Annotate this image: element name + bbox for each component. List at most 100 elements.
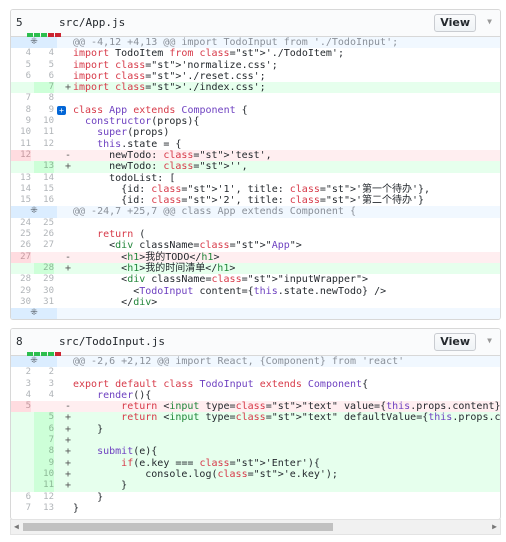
new-line-number[interactable]: 30 [34, 286, 54, 297]
diff-line: 5 - return <input type=class="st">"text" … [11, 401, 500, 413]
code-text: import class="st">'./reset.css'; [73, 70, 266, 82]
diff-line: 4 4 import TodoItem from class="st">'./Tod… [11, 48, 500, 59]
code-text: {id: class="st">'1', title: class="st">'… [73, 183, 431, 195]
code-text: render(){ [97, 389, 152, 401]
old-line-number[interactable]: 3 [11, 379, 31, 390]
new-line-number[interactable]: 14 [34, 173, 54, 184]
chevron-down-icon[interactable]: ▼ [487, 336, 492, 345]
diff-line: 11 12 this.state = { [11, 139, 500, 150]
file-path[interactable]: src/App.js [59, 16, 125, 29]
new-line-number[interactable]: 16 [34, 195, 54, 206]
old-line-number[interactable]: 25 [11, 229, 31, 240]
add-comment-icon[interactable]: + [57, 105, 66, 115]
new-line-number[interactable]: 5 [34, 412, 54, 424]
old-line-number[interactable]: 28 [11, 274, 31, 285]
old-line-number[interactable]: 11 [11, 139, 31, 150]
new-line-number[interactable]: 15 [34, 184, 54, 195]
new-line-number[interactable]: 13 [34, 503, 54, 514]
code-text: </div> [73, 296, 158, 308]
old-line-number[interactable]: 2 [11, 367, 31, 378]
expand-icon[interactable]: ⁜ [11, 356, 57, 368]
hunk-header[interactable]: ⁜ @@ -24,7 +25,7 @@ class App extends Com… [11, 206, 500, 218]
new-line-number[interactable]: 26 [34, 229, 54, 240]
expand-icon[interactable]: ⁜ [11, 37, 57, 49]
hunk-header[interactable]: ⁜ @@ -4,12 +4,13 @@ import TodoInput from… [11, 37, 500, 49]
diff-line: 8 9 class App extends Component {+ [11, 105, 500, 116]
code-text: console.log(class="st">'e.key'); [73, 468, 338, 480]
new-line-number[interactable]: 11 [34, 480, 54, 492]
code-text: import TodoItem from class="st">'./TodoI… [73, 48, 344, 60]
old-line-number[interactable]: 12 [11, 149, 31, 162]
hunk-header[interactable]: ⁜ @@ -2,6 +2,12 @@ import React, {Compone… [11, 356, 500, 368]
old-line-number[interactable]: 6 [11, 492, 31, 503]
diff-sign: - [65, 149, 72, 161]
new-line-number[interactable]: 7 [34, 435, 54, 447]
new-line-number[interactable]: 3 [34, 379, 54, 390]
diff-sign: + [65, 435, 72, 447]
scroll-left-icon[interactable]: ◀ [14, 522, 19, 531]
old-line-number[interactable]: 26 [11, 240, 31, 251]
new-line-number[interactable]: 7 [34, 82, 54, 94]
old-line-number[interactable]: 27 [11, 251, 31, 263]
scrollbar-thumb[interactable] [23, 523, 333, 531]
new-line-number[interactable]: 2 [34, 367, 54, 378]
diff-line: 10 + console.log(class="st">'e.key'); [11, 468, 500, 481]
old-line-number[interactable]: 24 [11, 218, 31, 229]
new-line-number[interactable]: 10 [34, 116, 54, 127]
diff-sign: + [65, 457, 72, 469]
old-line-number[interactable]: 30 [11, 297, 31, 308]
new-line-number[interactable]: 13 [34, 161, 54, 173]
old-line-number[interactable]: 8 [11, 105, 31, 116]
new-line-number[interactable]: 28 [34, 262, 54, 275]
new-line-number[interactable]: 29 [34, 274, 54, 285]
new-line-number[interactable]: 12 [34, 139, 54, 150]
code-text: super(props) [97, 127, 170, 139]
diff-sign: + [65, 262, 72, 274]
old-line-number[interactable]: 7 [11, 503, 31, 514]
new-line-number[interactable]: 31 [34, 297, 54, 308]
diff-sign: + [65, 468, 72, 480]
new-line-number[interactable]: 9 [34, 457, 54, 469]
diff-sign: + [65, 82, 72, 94]
old-line-number[interactable]: 7 [11, 93, 31, 104]
new-line-number[interactable]: 8 [34, 93, 54, 104]
file-path[interactable]: src/TodoInput.js [59, 335, 165, 348]
expand-icon[interactable]: ⁜ [11, 206, 57, 218]
new-line-number[interactable]: 6 [34, 71, 54, 82]
old-line-number[interactable]: 13 [11, 173, 31, 184]
diffstat-bars [27, 22, 62, 37]
new-line-number[interactable]: 8 [34, 446, 54, 458]
scroll-right-icon[interactable]: ▶ [492, 522, 497, 531]
old-line-number[interactable]: 5 [11, 401, 31, 413]
old-line-number[interactable]: 14 [11, 184, 31, 195]
old-line-number[interactable]: 5 [11, 60, 31, 71]
old-line-number[interactable]: 9 [11, 116, 31, 127]
old-line-number[interactable]: 6 [11, 71, 31, 82]
new-line-number[interactable]: 10 [34, 468, 54, 481]
hunk-header[interactable]: ⁜ [11, 308, 500, 320]
new-line-number[interactable]: 25 [34, 218, 54, 229]
new-line-number[interactable]: 4 [34, 48, 54, 59]
new-line-number[interactable]: 6 [34, 423, 54, 436]
diff-line: 9 + if(e.key === class="st">'Enter'){ [11, 457, 500, 469]
old-line-number[interactable]: 4 [11, 48, 31, 59]
expand-icon[interactable]: ⁜ [11, 308, 57, 320]
code-text: } [73, 491, 104, 503]
new-line-number[interactable]: 5 [34, 60, 54, 71]
new-line-number[interactable]: 27 [34, 240, 54, 251]
chevron-down-icon[interactable]: ▼ [487, 17, 492, 26]
old-line-number[interactable]: 4 [11, 390, 31, 401]
file-header: 8 src/TodoInput.js View ▼ [11, 329, 500, 356]
diff-line: 5 + return <input type=class="st">"text" … [11, 412, 500, 424]
new-line-number[interactable]: 4 [34, 390, 54, 401]
view-file-button[interactable]: View [434, 14, 476, 32]
new-line-number[interactable]: 9 [34, 105, 54, 116]
view-file-button[interactable]: View [434, 333, 476, 351]
old-line-number[interactable]: 29 [11, 286, 31, 297]
old-line-number[interactable]: 10 [11, 127, 31, 138]
new-line-number[interactable]: 12 [34, 492, 54, 503]
diff-line: 7 13} [11, 503, 500, 514]
new-line-number[interactable]: 11 [34, 127, 54, 138]
horizontal-scrollbar[interactable]: ◀ ▶ [10, 519, 501, 535]
old-line-number[interactable]: 15 [11, 195, 31, 206]
